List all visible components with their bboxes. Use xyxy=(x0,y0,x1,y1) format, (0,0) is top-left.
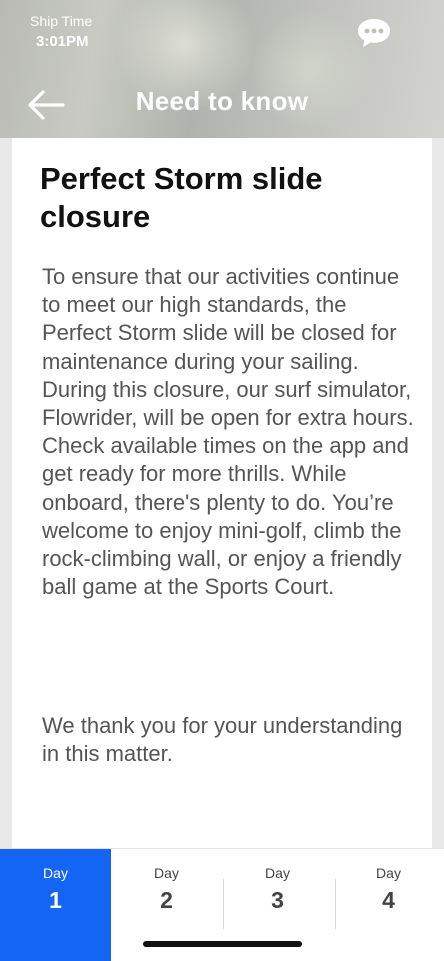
day-tab-number: 3 xyxy=(271,887,284,913)
app-header: Ship Time 3:01PM Need to know xyxy=(0,0,444,138)
day-tab-4[interactable]: Day 4 xyxy=(333,849,444,961)
article-body: To ensure that our activities continue t… xyxy=(42,264,414,600)
day-tab-number: 2 xyxy=(160,887,173,913)
day-tab-label: Day xyxy=(376,865,401,881)
page-title: Need to know xyxy=(135,86,309,116)
home-indicator[interactable] xyxy=(143,941,302,947)
article-card: Perfect Storm slide closure To ensure th… xyxy=(12,138,432,850)
chat-button[interactable] xyxy=(356,17,392,49)
day-tab-label: Day xyxy=(154,865,179,881)
article-title: Perfect Storm slide closure xyxy=(40,161,323,234)
day-tab-number: 1 xyxy=(49,887,62,913)
day-tab-number: 4 xyxy=(382,887,395,913)
article-closing: We thank you for your understanding in t… xyxy=(42,713,403,767)
ship-time-label: Ship Time xyxy=(30,13,93,29)
day-tab-label: Day xyxy=(265,865,290,881)
day-tab-label: Day xyxy=(43,865,68,881)
chat-bubble-icon xyxy=(358,19,390,47)
ship-time-value: 3:01PM xyxy=(36,33,89,50)
day-tab-1[interactable]: Day 1 xyxy=(0,849,111,961)
